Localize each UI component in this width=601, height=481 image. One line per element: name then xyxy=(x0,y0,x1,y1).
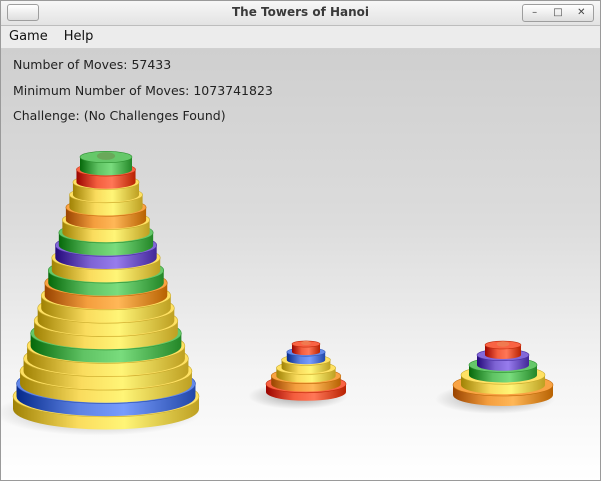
window-title: The Towers of Hanoi xyxy=(231,5,370,19)
peg-top xyxy=(301,340,311,346)
tower-middle[interactable] xyxy=(248,340,348,410)
window-controls: – □ ✕ xyxy=(522,4,594,22)
title-bar[interactable]: The Towers of Hanoi – □ ✕ xyxy=(1,1,600,26)
app-window: The Towers of Hanoi – □ ✕ Game Help Numb… xyxy=(0,0,601,481)
peg-top xyxy=(96,152,116,160)
menu-game[interactable]: Game xyxy=(1,26,56,48)
tower-left[interactable] xyxy=(1,150,201,436)
menu-help[interactable]: Help xyxy=(56,26,102,48)
menu-bar: Game Help xyxy=(1,26,600,49)
tower-right[interactable] xyxy=(435,340,555,414)
peg-top xyxy=(496,341,510,347)
minimize-button[interactable]: – xyxy=(523,5,546,21)
maximize-button[interactable]: □ xyxy=(546,5,569,21)
towers-scene[interactable] xyxy=(1,49,600,481)
close-button[interactable]: ✕ xyxy=(570,5,593,21)
